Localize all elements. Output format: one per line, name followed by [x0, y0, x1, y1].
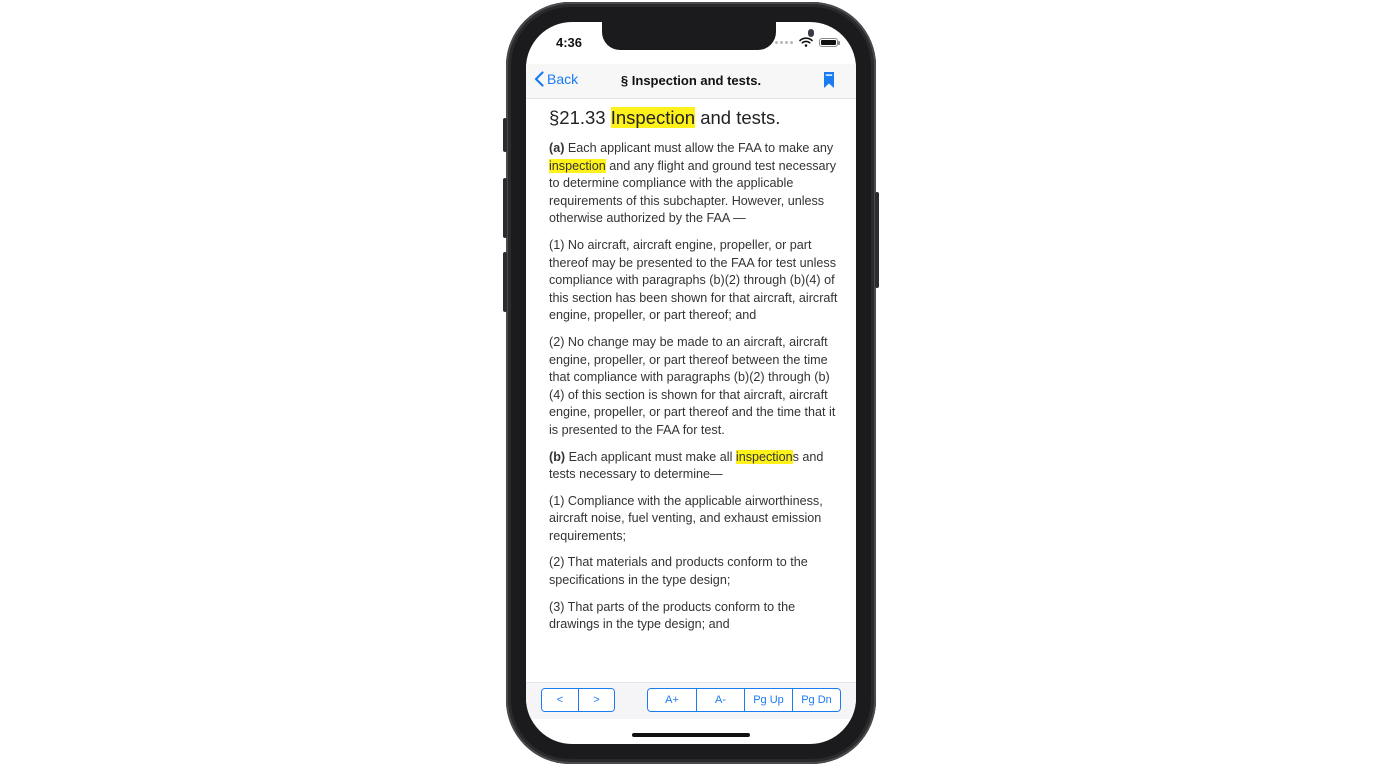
- regulation-text: §21.33 Inspection and tests. (a) Each ap…: [549, 106, 839, 682]
- paragraph-b3: (3) That parts of the products conform t…: [549, 599, 796, 632]
- search-highlight: inspection: [549, 158, 606, 173]
- heading-number: §21.33: [549, 107, 611, 128]
- search-highlight: Inspection: [610, 107, 696, 128]
- screen: 4:36 Back § Inspection and tests. §21.33…: [526, 22, 856, 744]
- cellular-signal-icon: [775, 40, 793, 44]
- section-nav-group: < >: [541, 688, 615, 712]
- paragraph-b1: (1) Compliance with the applicable airwo…: [549, 493, 823, 543]
- next-section-button[interactable]: >: [578, 689, 614, 711]
- page-title: § Inspection and tests.: [620, 73, 762, 88]
- bottom-toolbar: < > A+ A- Pg Up Pg Dn: [526, 682, 856, 719]
- battery-icon: [819, 37, 840, 47]
- notch: [602, 22, 814, 50]
- view-controls-group: A+ A- Pg Up Pg Dn: [647, 688, 841, 712]
- status-time: 4:36: [556, 35, 583, 50]
- paragraph-text: Each applicant must allow the FAA to mak…: [564, 141, 834, 155]
- search-highlight: inspection: [735, 449, 793, 464]
- paragraph-label: (a): [549, 141, 565, 155]
- previous-section-button[interactable]: <: [542, 689, 578, 711]
- section-heading: §21.33 Inspection and tests.: [549, 106, 839, 130]
- decrease-font-button[interactable]: A-: [696, 689, 744, 711]
- bookmark-icon[interactable]: [824, 72, 834, 88]
- wifi-icon: [799, 37, 813, 47]
- volume-up-button: [503, 178, 507, 238]
- camera-icon: [808, 29, 814, 37]
- page-up-button[interactable]: Pg Up: [744, 689, 792, 711]
- paragraph-a: (a) Each applicant must allow the FAA to…: [549, 140, 839, 228]
- silent-switch: [503, 118, 507, 152]
- paragraph-a1: (1) No aircraft, aircraft engine, propel…: [549, 237, 838, 323]
- volume-down-button: [503, 252, 507, 312]
- navigation-bar: Back § Inspection and tests.: [526, 64, 856, 99]
- paragraph-b: (b) Each applicant must make all inspect…: [549, 449, 839, 484]
- paragraph-a2: (2) No change may be made to an aircraft…: [549, 334, 836, 437]
- paragraph-b2: (2) That materials and products conform …: [549, 555, 808, 588]
- home-indicator[interactable]: [632, 733, 750, 737]
- page-down-button[interactable]: Pg Dn: [792, 689, 840, 711]
- status-indicators: [775, 37, 840, 47]
- paragraph-text: Each applicant must make all: [565, 449, 736, 464]
- paragraph-label: (b): [549, 449, 566, 464]
- increase-font-button[interactable]: A+: [648, 689, 696, 711]
- phone-frame: 4:36 Back § Inspection and tests. §21.33…: [503, 2, 879, 764]
- heading-suffix: and tests.: [695, 107, 781, 128]
- power-button: [875, 192, 879, 288]
